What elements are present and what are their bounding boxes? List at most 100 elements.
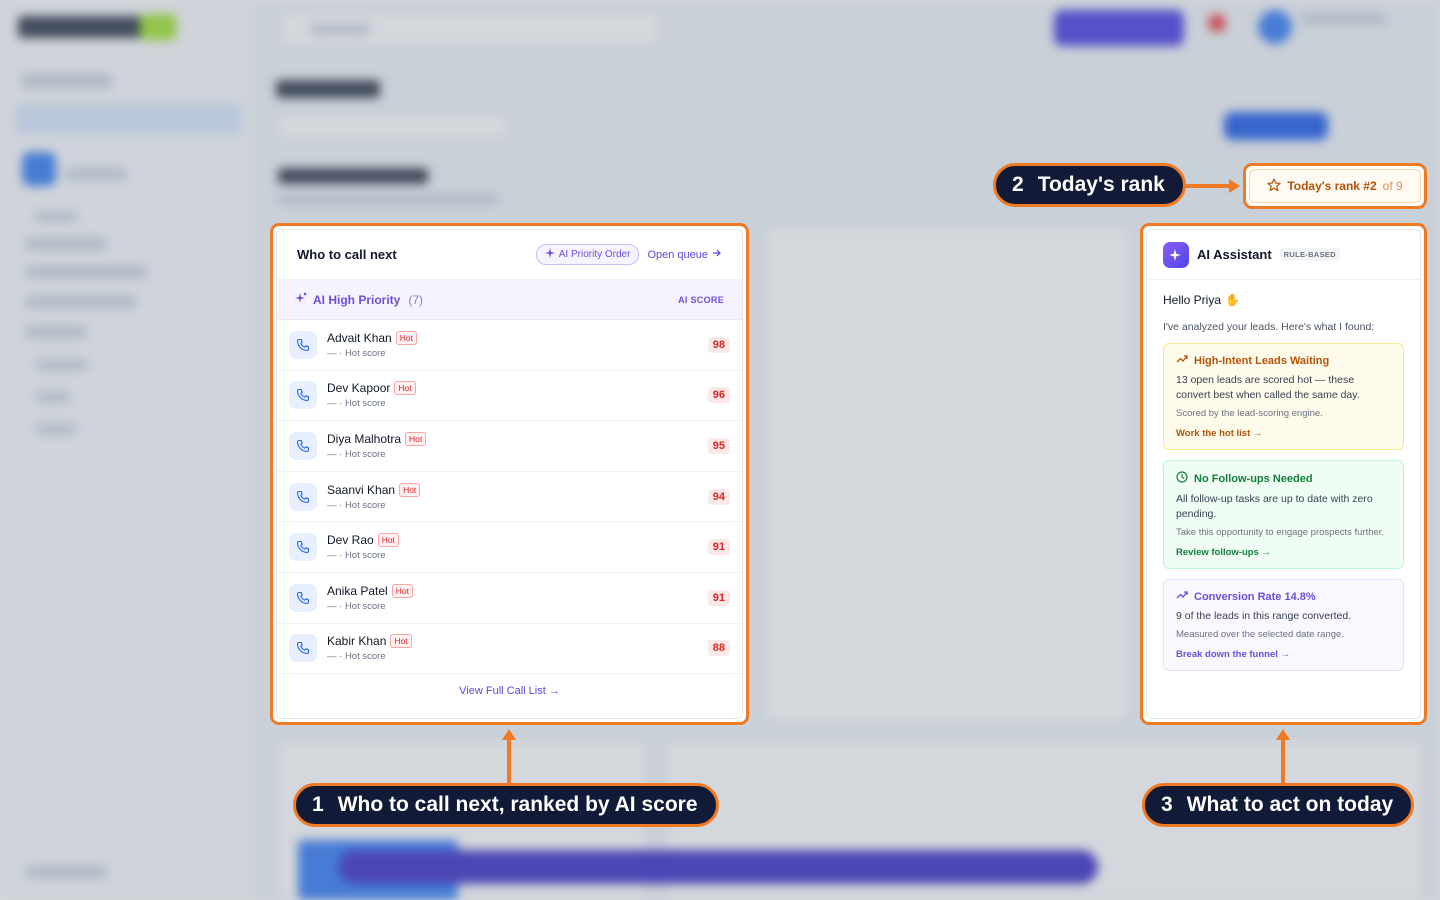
hot-badge: Hot (395, 330, 417, 345)
hot-badge: Hot (399, 482, 421, 497)
insight-title: No Follow-ups Needed (1194, 472, 1313, 485)
phone-icon[interactable] (289, 431, 317, 460)
arrow-head-right (1229, 179, 1240, 193)
callout-3: 3 What to act on today (1142, 783, 1415, 827)
insight-body: 9 of the leads in this range converted. (1176, 610, 1352, 622)
ai-score-badge: 95 (707, 437, 730, 454)
insight-title: Conversion Rate 14.8% (1194, 590, 1316, 603)
lead-subtitle: — · Hot score (327, 651, 386, 663)
callout-number: 3 (1161, 793, 1173, 816)
call-list-title: Who to call next (297, 247, 397, 262)
hot-badge: Hot (377, 533, 399, 548)
ai-score-badge: 91 (707, 589, 730, 606)
lead-subtitle: — · Hot score (327, 448, 386, 460)
ai-score-badge: 98 (707, 336, 730, 353)
ai-priority-order-toggle[interactable]: AI Priority Order (535, 244, 640, 265)
hot-badge: Hot (394, 381, 416, 396)
arrow-shaft (1281, 739, 1285, 785)
callout-1: 1 Who to call next, ranked by AI score (293, 783, 719, 827)
insight-card-high-intent: High-Intent Leads Waiting 13 open leads … (1163, 343, 1404, 450)
ai-score-badge: 91 (707, 539, 730, 556)
ai-sparkle-logo-icon (1163, 241, 1189, 268)
callout-number: 2 (1012, 173, 1024, 196)
callout-text: Today's rank (1037, 173, 1165, 196)
lead-name[interactable]: Diya Malhotra (327, 432, 401, 446)
phone-icon[interactable] (289, 381, 317, 410)
insight-body: 13 open leads are scored hot — these con… (1176, 374, 1360, 401)
sparkle-icon (544, 248, 555, 261)
section-count: (7) (408, 292, 424, 307)
lead-subtitle: — · Hot score (327, 499, 386, 511)
lead-subtitle: — · Hot score (327, 600, 386, 612)
insight-card-conversion: Conversion Rate 14.8% 9 of the leads in … (1163, 579, 1404, 671)
hot-badge: Hot (405, 431, 427, 446)
ai-score-badge: 88 (707, 640, 730, 657)
call-list-header: Who to call next AI Priority Order Open … (277, 230, 742, 280)
rank-label: Today's rank #2 (1287, 179, 1377, 193)
arrow-right-icon (712, 248, 722, 261)
rank-of-total: of 9 (1382, 179, 1403, 193)
break-down-funnel-link[interactable]: Break down the funnel → (1176, 649, 1391, 660)
wave-hand-icon: ✋ (1225, 293, 1240, 307)
callout-number: 1 (312, 793, 324, 816)
trending-up-icon (1176, 354, 1188, 367)
phone-icon[interactable] (289, 482, 317, 511)
lead-name[interactable]: Advait Khan (327, 331, 392, 345)
callout-text: Who to call next, ranked by AI score (337, 793, 698, 816)
intro-text: I've analyzed your leads. Here's what I … (1163, 321, 1375, 333)
call-list-row[interactable]: Saanvi Khan Hot — · Hot score 94 (277, 472, 742, 523)
ai-priority-order-label: AI Priority Order (558, 249, 631, 260)
call-list-row[interactable]: Advait Khan Hot — · Hot score 98 (277, 320, 742, 371)
ai-high-priority-section: AI High Priority (7) AI SCORE (277, 280, 742, 320)
rule-based-badge: RULE-BASED (1279, 248, 1340, 261)
arrow-shaft (1185, 184, 1230, 188)
ai-assistant-header: AI Assistant RULE-BASED (1147, 230, 1420, 280)
call-list-row[interactable]: Dev Rao Hot — · Hot score 91 (277, 522, 742, 573)
call-list-card: Who to call next AI Priority Order Open … (276, 229, 743, 719)
work-hot-list-link[interactable]: Work the hot list → (1176, 428, 1391, 439)
arrow-shaft (507, 739, 511, 785)
sparkle-icon (295, 292, 307, 307)
lead-subtitle: — · Hot score (327, 550, 386, 562)
open-queue-label: Open queue (647, 248, 708, 261)
call-list-highlight: Who to call next AI Priority Order Open … (270, 223, 749, 725)
greeting-text: Hello Priya (1163, 293, 1222, 307)
insight-title: High-Intent Leads Waiting (1194, 354, 1330, 367)
lead-name[interactable]: Anika Patel (327, 584, 388, 598)
view-full-call-list-link[interactable]: View Full Call List → (277, 674, 742, 708)
callout-2: 2 Today's rank (993, 163, 1186, 207)
phone-icon[interactable] (289, 583, 317, 612)
trending-up-icon (1176, 590, 1188, 603)
ai-assistant-card: AI Assistant RULE-BASED Hello Priya ✋ I'… (1146, 229, 1421, 719)
review-follow-ups-link[interactable]: Review follow-ups → (1176, 547, 1391, 558)
ai-score-header: AI SCORE (678, 294, 724, 305)
lead-subtitle: — · Hot score (327, 347, 386, 359)
insight-card-follow-ups: No Follow-ups Needed All follow-up tasks… (1163, 460, 1404, 569)
call-list-row[interactable]: Diya Malhotra Hot — · Hot score 95 (277, 421, 742, 472)
ai-assistant-highlight: AI Assistant RULE-BASED Hello Priya ✋ I'… (1140, 223, 1427, 725)
call-list-rows: Advait Khan Hot — · Hot score 98 Dev Kapoor H… (277, 320, 742, 675)
insight-note: Scored by the lead-scoring engine. (1176, 408, 1323, 419)
clock-icon (1176, 471, 1188, 486)
call-list-row[interactable]: Kabir Khan Hot — · Hot score 88 (277, 624, 742, 675)
callout-text: What to act on today (1186, 793, 1394, 816)
hot-badge: Hot (390, 634, 412, 649)
lead-name[interactable]: Kabir Khan (327, 634, 386, 648)
insight-note: Measured over the selected date range. (1176, 629, 1344, 640)
call-list-row[interactable]: Dev Kapoor Hot — · Hot score 96 (277, 371, 742, 422)
lead-name[interactable]: Dev Rao (327, 533, 374, 547)
call-list-row[interactable]: Anika Patel Hot — · Hot score 91 (277, 573, 742, 624)
lead-name[interactable]: Dev Kapoor (327, 381, 390, 395)
hot-badge: Hot (391, 583, 413, 598)
phone-icon[interactable] (289, 533, 317, 562)
insight-note: Take this opportunity to engage prospect… (1176, 527, 1385, 538)
open-queue-link[interactable]: Open queue (647, 248, 722, 261)
phone-icon[interactable] (289, 330, 317, 359)
todays-rank-badge[interactable]: Today's rank #2 of 9 (1249, 169, 1421, 203)
ai-score-badge: 94 (707, 488, 730, 505)
section-title: AI High Priority (313, 292, 401, 307)
ai-score-badge: 96 (707, 387, 730, 404)
phone-icon[interactable] (289, 634, 317, 663)
insight-body: All follow-up tasks are up to date with … (1176, 493, 1373, 520)
lead-name[interactable]: Saanvi Khan (327, 483, 395, 497)
